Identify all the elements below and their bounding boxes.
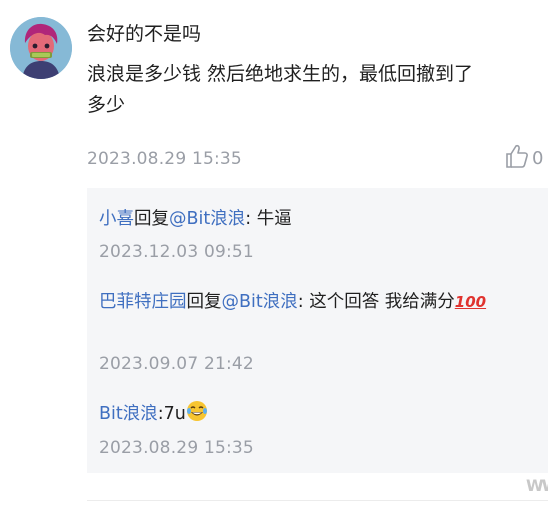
comment-text-line-2: 浪浪是多少钱 然后绝地求生的，最低回撤到了 xyxy=(87,63,474,85)
reply-3: Bit浪浪:7u xyxy=(99,400,208,427)
like-button[interactable]: 0 xyxy=(506,144,543,173)
reply-2-action: 回复 xyxy=(186,292,222,312)
reply-1-mention[interactable]: @Bit浪浪 xyxy=(169,209,245,229)
reply-3-text: :7u xyxy=(157,404,186,424)
reply-thread: 小喜回复@Bit浪浪: 牛逼 2023.12.03 09:51 巴菲特庄园回复@… xyxy=(87,188,548,473)
comment-timestamp: 2023.08.29 15:35 xyxy=(87,149,242,169)
divider xyxy=(87,500,548,501)
reply-1-action: 回复 xyxy=(134,209,169,229)
comment-text-line-1: 会好的不是吗 xyxy=(87,23,202,45)
reply-1: 小喜回复@Bit浪浪: 牛逼 xyxy=(99,205,292,230)
reply-3-username[interactable]: Bit浪浪 xyxy=(99,404,158,424)
reply-2-mention[interactable]: @Bit浪浪 xyxy=(222,292,298,312)
reply-2: 巴菲特庄园回复@Bit浪浪: 这个回答 我给满分100 xyxy=(99,288,486,313)
like-count: 0 xyxy=(532,148,544,169)
reply-1-text: : 牛逼 xyxy=(245,209,292,229)
reply-2-username[interactable]: 巴菲特庄园 xyxy=(99,292,187,312)
reply-1-timestamp: 2023.12.03 09:51 xyxy=(99,242,254,262)
laughing-tears-emoji-icon xyxy=(186,400,208,427)
reply-1-username[interactable]: 小喜 xyxy=(99,209,134,229)
comment-text-line-3: 多少 xyxy=(87,94,126,116)
user-avatar[interactable] xyxy=(10,17,72,79)
watermark-logo: WW xyxy=(526,476,548,495)
reply-2-text: : 这个回答 我给满分 xyxy=(297,292,455,312)
hundred-points-emoji-icon: 100 xyxy=(454,293,487,311)
reply-2-timestamp: 2023.09.07 21:42 xyxy=(99,354,254,374)
reply-3-timestamp: 2023.08.29 15:35 xyxy=(99,438,254,458)
avatar-illustration xyxy=(10,17,72,79)
thumbs-up-icon xyxy=(506,144,528,173)
